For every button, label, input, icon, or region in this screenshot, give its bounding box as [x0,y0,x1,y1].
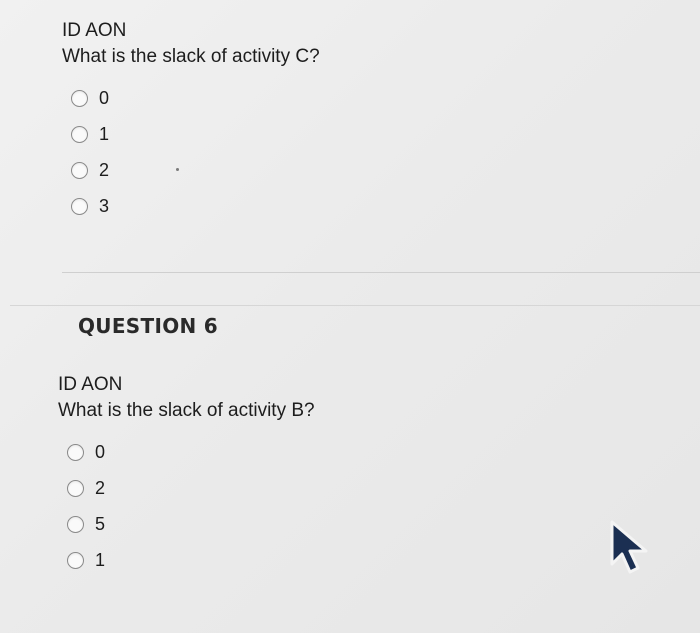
option-label: 2 [99,159,110,180]
screen-speck [176,168,179,171]
option-label: 1 [99,123,110,144]
question-6-option[interactable]: 2 [67,470,315,506]
radio-unselected-icon[interactable] [71,161,88,179]
divider [10,305,700,306]
radio-unselected-icon[interactable] [67,515,84,533]
radio-unselected-icon[interactable] [67,443,84,461]
question-6-heading: QUESTION 6 [78,314,219,338]
question-6-id-line: ID AON [58,374,123,395]
question-5-option[interactable]: 0 [71,80,320,116]
question-6-option[interactable]: 1 [67,542,315,578]
option-label: 3 [99,195,110,216]
question-5-block: ID AON What is the slack of activity C? … [62,18,320,224]
radio-unselected-icon[interactable] [71,89,88,107]
question-5-options: 0 1 2 3 [62,80,320,224]
question-6-options: 0 2 5 1 [58,434,315,578]
divider [62,272,700,273]
option-label: 1 [95,549,106,570]
question-5-option[interactable]: 3 [71,188,320,224]
mouse-pointer-icon [610,520,648,574]
question-6-option[interactable]: 0 [67,434,315,470]
option-label: 0 [99,87,110,108]
option-label: 0 [95,441,106,462]
radio-unselected-icon[interactable] [71,125,88,143]
radio-unselected-icon[interactable] [67,551,84,569]
question-5-option[interactable]: 2 [71,152,320,188]
radio-unselected-icon[interactable] [67,479,84,497]
question-5-prompt: What is the slack of activity C? [62,46,320,67]
option-label: 2 [95,477,106,498]
question-5-id-line: ID AON [62,20,127,41]
question-6-block: ID AON What is the slack of activity B? … [58,372,315,578]
question-6-option[interactable]: 5 [67,506,315,542]
question-5-option[interactable]: 1 [71,116,320,152]
question-6-prompt: What is the slack of activity B? [58,400,315,421]
option-label: 5 [95,513,106,534]
radio-unselected-icon[interactable] [71,197,88,215]
